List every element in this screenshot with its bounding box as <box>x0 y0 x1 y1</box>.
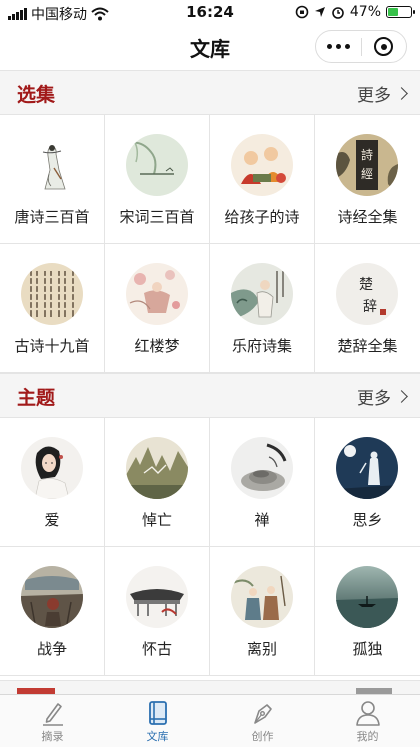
more-label: 更多 <box>357 86 391 106</box>
section-title-collections: 选集 <box>17 84 56 106</box>
theme-thumbnail <box>231 437 293 499</box>
collection-label: 给孩子的诗 <box>224 208 300 226</box>
theme-label: 离别 <box>246 640 277 658</box>
tab-label: 文库 <box>146 730 169 743</box>
more-menu-icon[interactable] <box>316 31 361 62</box>
theme-thumbnail <box>336 566 398 628</box>
battery-icon <box>386 6 415 18</box>
theme-label: 孤独 <box>352 640 383 658</box>
more-label: 更多 <box>357 389 391 409</box>
collection-thumbnail <box>126 134 188 196</box>
theme-thumbnail <box>336 437 398 499</box>
theme-label: 悼亡 <box>141 511 172 529</box>
alarm-icon <box>332 7 344 19</box>
theme-card[interactable]: 禅 <box>210 418 315 547</box>
tab-label: 我的 <box>356 730 379 743</box>
collection-thumbnail <box>21 134 83 196</box>
theme-thumbnail <box>126 566 188 628</box>
collection-card[interactable]: 古诗十九首 <box>0 244 105 373</box>
theme-card[interactable]: 离别 <box>210 547 315 676</box>
collection-card[interactable]: 詩 經 诗经全集 <box>315 115 420 244</box>
tab-excerpts[interactable]: 摘录 <box>0 695 105 747</box>
theme-label: 爱 <box>44 511 60 529</box>
collection-label: 诗经全集 <box>337 208 398 226</box>
theme-thumbnail <box>231 566 293 628</box>
collection-label: 红楼梦 <box>134 337 180 355</box>
chuci-thumb-char-1: 楚 <box>359 277 373 293</box>
person-icon <box>355 701 380 726</box>
theme-thumbnail <box>21 437 83 499</box>
collection-thumbnail <box>126 263 188 325</box>
tab-label: 创作 <box>251 730 274 743</box>
section-header-themes: 主题 更多 <box>0 373 420 417</box>
next-section-header-partial <box>0 680 420 694</box>
collection-label: 古诗十九首 <box>14 337 90 355</box>
tab-library[interactable]: 文库 <box>105 695 210 747</box>
collection-thumbnail: 詩 經 <box>336 134 398 196</box>
mini-program-capsule <box>315 30 407 63</box>
theme-thumbnail <box>126 437 188 499</box>
location-icon <box>314 7 325 17</box>
theme-label: 战争 <box>36 640 67 658</box>
pen-icon <box>42 703 63 726</box>
close-mini-program-icon[interactable] <box>362 31 406 62</box>
collection-thumbnail <box>21 263 83 325</box>
theme-card[interactable]: 孤独 <box>315 547 420 676</box>
battery-percent: 47% <box>349 4 381 20</box>
chevron-right-icon <box>395 390 408 403</box>
theme-label: 怀古 <box>141 640 172 658</box>
theme-card[interactable]: 战争 <box>0 547 105 676</box>
section-header-collections: 选集 更多 <box>0 70 420 114</box>
collection-label: 楚辞全集 <box>337 337 398 355</box>
more-collections-link[interactable]: 更多 <box>357 81 408 106</box>
battery-fill <box>388 8 399 16</box>
collection-card[interactable]: 给孩子的诗 <box>210 115 315 244</box>
collection-card[interactable]: 唐诗三百首 <box>0 115 105 244</box>
theme-thumbnail <box>21 566 83 628</box>
collection-card[interactable]: 红楼梦 <box>105 244 210 373</box>
chevron-right-icon <box>395 87 408 100</box>
tab-label: 摘录 <box>41 730 64 743</box>
collection-label: 唐诗三百首 <box>14 208 90 226</box>
tab-me[interactable]: 我的 <box>315 695 420 747</box>
collections-grid: 唐诗三百首 宋词三百首 给孩子的诗 詩 經 诗经全集 古诗十九首 红楼梦 乐府诗… <box>0 114 420 373</box>
status-bar: 中国移动 16:24 47% <box>0 0 420 26</box>
shijing-thumb-char-1: 詩 <box>361 148 373 162</box>
more-themes-link[interactable]: 更多 <box>357 384 408 409</box>
chuci-thumb-char-2: 辞 <box>363 299 377 315</box>
collection-thumbnail <box>231 134 293 196</box>
book-icon <box>148 701 167 725</box>
theme-card[interactable]: 思乡 <box>315 418 420 547</box>
collection-card[interactable]: 宋词三百首 <box>105 115 210 244</box>
collection-thumbnail <box>231 263 293 325</box>
section-title-themes: 主题 <box>17 387 56 409</box>
theme-label: 思乡 <box>352 511 383 529</box>
collection-thumbnail: 楚 辞 <box>336 263 398 325</box>
theme-card[interactable]: 怀古 <box>105 547 210 676</box>
collection-card[interactable]: 楚 辞 楚辞全集 <box>315 244 420 373</box>
tab-compose[interactable]: 创作 <box>210 695 315 747</box>
collection-label: 宋词三百首 <box>119 208 195 226</box>
themes-grid: 爱 悼亡 禅 思乡 战争 怀古 离别 孤独 <box>0 417 420 676</box>
nav-bar: 文库 <box>0 26 420 66</box>
theme-label: 禅 <box>254 511 270 529</box>
collection-label: 乐府诗集 <box>231 337 292 355</box>
fountain-pen-icon <box>253 704 272 724</box>
theme-card[interactable]: 悼亡 <box>105 418 210 547</box>
collection-card[interactable]: 乐府诗集 <box>210 244 315 373</box>
orientation-lock-icon <box>295 5 309 19</box>
bottom-tab-bar: 摘录 文库 创作 我的 <box>0 694 420 747</box>
theme-card[interactable]: 爱 <box>0 418 105 547</box>
status-right: 47% <box>295 4 415 20</box>
shijing-thumb-char-2: 經 <box>361 167 373 181</box>
